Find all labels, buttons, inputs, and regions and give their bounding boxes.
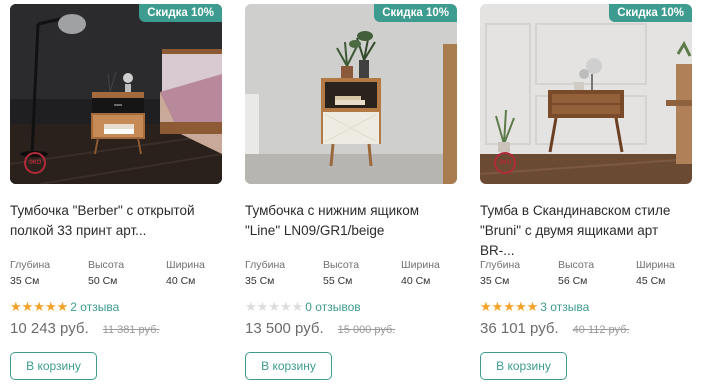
star-empty-icon: ★ [291,299,304,314]
star-empty-icon: ★ [279,299,292,314]
spec-value: 40 См [401,275,431,287]
spec-label: Высота [88,259,125,271]
old-price: 11 381 руб. [102,324,160,336]
eco-stamp-icon: ЭКО [494,152,516,174]
product-image[interactable]: Скидка 10% [245,4,457,184]
spec-height: Высота 50 См [88,259,166,288]
spec-label: Ширина [166,259,205,271]
star-filled-icon: ★ [10,299,22,314]
rating[interactable]: ★ ★ ★ ★ ★ 0 отзывов [245,299,361,315]
price-block: 10 243 руб. 11 381 руб. [10,320,160,337]
star-filled-icon: ★ [21,299,34,314]
star-filled-icon: ★ [514,299,527,314]
discount-badge: Скидка 10% [374,4,457,22]
product-card[interactable]: Скидка 10% ЭКО Тумбочка "Berber" с откры… [10,4,222,389]
product-specs: Глубина 35 См Высота 55 См Ширина 40 См [245,259,457,288]
current-price: 10 243 руб. [10,320,89,337]
star-empty-icon: ★ [268,299,280,314]
product-title[interactable]: Тумбочка с нижним ящиком "Line" LN09/GR1… [245,201,457,241]
star-empty-icon: ★ [256,299,269,314]
spec-value: 50 См [88,275,118,287]
spec-width: Ширина 40 См [166,259,222,288]
rating[interactable]: ★ ★ ★ ★ ★ 2 отзыва [10,299,119,315]
spec-depth: Глубина 35 См [480,259,558,288]
product-image[interactable]: Скидка 10% ЭКО [10,4,222,184]
price-block: 13 500 руб. 15 000 руб. [245,320,395,337]
spec-width: Ширина 45 См [636,259,692,288]
add-to-cart-button[interactable]: В корзину [480,352,567,380]
add-to-cart-button[interactable]: В корзину [245,352,332,380]
product-title[interactable]: Тумба в Скандинавском стиле "Bruni" с дв… [480,201,692,261]
star-filled-icon: ★ [33,299,45,314]
product-card[interactable]: Скидка 10% ЭКО Тумба в Скандинавском сти… [480,4,692,389]
product-image[interactable]: Скидка 10% ЭКО [480,4,692,184]
spec-label: Глубина [10,259,51,271]
old-price: 40 112 руб. [572,324,630,336]
spec-label: Глубина [480,259,521,271]
spec-label: Высота [323,259,360,271]
star-filled-icon: ★ [44,299,57,314]
product-specs: Глубина 35 См Высота 56 См Ширина 45 См [480,259,692,288]
add-to-cart-button[interactable]: В корзину [10,352,97,380]
discount-badge: Скидка 10% [139,4,222,22]
star-filled-icon: ★ [526,299,539,314]
spec-label: Ширина [401,259,440,271]
star-filled-icon: ★ [491,299,504,314]
spec-value: 35 См [245,275,275,287]
product-card[interactable]: Скидка 10% Тумбочка с нижним ящиком "Lin… [245,4,457,389]
discount-badge: Скидка 10% [609,4,692,22]
star-empty-icon: ★ [245,299,257,314]
spec-value: 35 См [480,275,510,287]
spec-depth: Глубина 35 См [10,259,88,288]
reviews-link[interactable]: 0 отзывов [305,300,360,314]
spec-depth: Глубина 35 См [245,259,323,288]
star-filled-icon: ★ [503,299,515,314]
spec-width: Ширина 40 См [401,259,457,288]
reviews-link[interactable]: 2 отзыва [70,300,119,314]
current-price: 13 500 руб. [245,320,324,337]
spec-value: 45 См [636,275,666,287]
spec-label: Глубина [245,259,286,271]
current-price: 36 101 руб. [480,320,559,337]
eco-stamp-icon: ЭКО [24,152,46,174]
spec-label: Высота [558,259,595,271]
product-title[interactable]: Тумбочка "Berber" с открытой полкой 33 п… [10,201,222,241]
spec-height: Высота 56 См [558,259,636,288]
rating[interactable]: ★ ★ ★ ★ ★ 3 отзыва [480,299,589,315]
star-filled-icon: ★ [480,299,492,314]
price-block: 36 101 руб. 40 112 руб. [480,320,630,337]
spec-value: 56 См [558,275,588,287]
spec-value: 35 См [10,275,40,287]
star-filled-icon: ★ [56,299,69,314]
spec-label: Ширина [636,259,675,271]
reviews-link[interactable]: 3 отзыва [540,300,589,314]
product-specs: Глубина 35 См Высота 50 См Ширина 40 См [10,259,222,288]
spec-value: 55 См [323,275,353,287]
old-price: 15 000 руб. [337,324,396,336]
spec-height: Высота 55 См [323,259,401,288]
spec-value: 40 См [166,275,196,287]
